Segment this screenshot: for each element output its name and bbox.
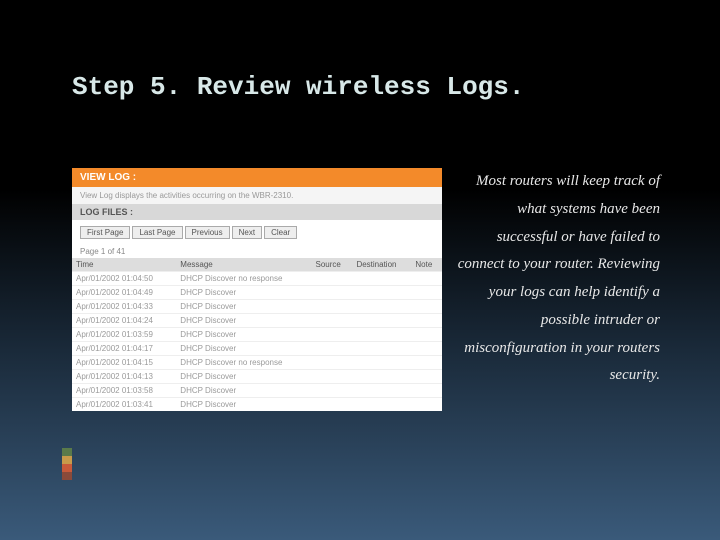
slide-title: Step 5. Review wireless Logs. (72, 72, 524, 102)
body-paragraph: Most routers will keep track of what sys… (454, 168, 660, 411)
table-row: Apr/01/2002 01:03:41DHCP Discover (72, 398, 442, 412)
cell-source (311, 370, 352, 384)
cell-destination (352, 272, 411, 286)
cell-message: DHCP Discover no response (176, 356, 311, 370)
cell-time: Apr/01/2002 01:03:59 (72, 328, 176, 342)
cell-message: DHCP Discover (176, 370, 311, 384)
last-page-button[interactable]: Last Page (132, 226, 182, 239)
cell-note (411, 286, 442, 300)
col-note: Note (411, 258, 442, 272)
cell-note (411, 328, 442, 342)
cell-destination (352, 384, 411, 398)
cell-note (411, 370, 442, 384)
cell-destination (352, 342, 411, 356)
log-files-header: LOG FILES : (72, 204, 442, 220)
cell-source (311, 328, 352, 342)
cell-destination (352, 370, 411, 384)
cell-note (411, 314, 442, 328)
cell-note (411, 356, 442, 370)
cell-time: Apr/01/2002 01:04:50 (72, 272, 176, 286)
cell-time: Apr/01/2002 01:04:13 (72, 370, 176, 384)
log-header: VIEW LOG : (72, 168, 442, 187)
cell-time: Apr/01/2002 01:03:41 (72, 398, 176, 412)
col-destination: Destination (352, 258, 411, 272)
router-log-screenshot: VIEW LOG : View Log displays the activit… (72, 168, 442, 411)
col-time: Time (72, 258, 176, 272)
cell-note (411, 300, 442, 314)
cell-source (311, 272, 352, 286)
cell-destination (352, 314, 411, 328)
cell-source (311, 342, 352, 356)
cell-source (311, 384, 352, 398)
cell-destination (352, 328, 411, 342)
cell-message: DHCP Discover (176, 328, 311, 342)
log-table: Time Message Source Destination Note Apr… (72, 258, 442, 411)
cell-time: Apr/01/2002 01:04:24 (72, 314, 176, 328)
cell-time: Apr/01/2002 01:04:15 (72, 356, 176, 370)
cell-message: DHCP Discover no response (176, 272, 311, 286)
cell-time: Apr/01/2002 01:04:33 (72, 300, 176, 314)
table-row: Apr/01/2002 01:04:33DHCP Discover (72, 300, 442, 314)
table-row: Apr/01/2002 01:04:15DHCP Discover no res… (72, 356, 442, 370)
accent-strip (62, 448, 72, 480)
cell-message: DHCP Discover (176, 314, 311, 328)
cell-destination (352, 300, 411, 314)
cell-note (411, 272, 442, 286)
log-subtext: View Log displays the activities occurri… (72, 187, 442, 204)
cell-time: Apr/01/2002 01:03:58 (72, 384, 176, 398)
cell-destination (352, 398, 411, 412)
cell-source (311, 314, 352, 328)
log-toolbar: First Page Last Page Previous Next Clear (72, 220, 442, 245)
cell-destination (352, 286, 411, 300)
clear-button[interactable]: Clear (264, 226, 297, 239)
previous-button[interactable]: Previous (185, 226, 230, 239)
cell-source (311, 356, 352, 370)
cell-message: DHCP Discover (176, 300, 311, 314)
table-row: Apr/01/2002 01:04:24DHCP Discover (72, 314, 442, 328)
cell-note (411, 342, 442, 356)
cell-source (311, 398, 352, 412)
cell-message: DHCP Discover (176, 342, 311, 356)
col-message: Message (176, 258, 311, 272)
table-row: Apr/01/2002 01:04:13DHCP Discover (72, 370, 442, 384)
col-source: Source (311, 258, 352, 272)
table-row: Apr/01/2002 01:04:17DHCP Discover (72, 342, 442, 356)
cell-note (411, 384, 442, 398)
table-row: Apr/01/2002 01:03:59DHCP Discover (72, 328, 442, 342)
cell-source (311, 286, 352, 300)
cell-message: DHCP Discover (176, 286, 311, 300)
cell-time: Apr/01/2002 01:04:49 (72, 286, 176, 300)
table-row: Apr/01/2002 01:04:50DHCP Discover no res… (72, 272, 442, 286)
cell-source (311, 300, 352, 314)
table-row: Apr/01/2002 01:04:49DHCP Discover (72, 286, 442, 300)
next-button[interactable]: Next (232, 226, 262, 239)
cell-message: DHCP Discover (176, 384, 311, 398)
page-info: Page 1 of 41 (72, 245, 442, 258)
table-row: Apr/01/2002 01:03:58DHCP Discover (72, 384, 442, 398)
cell-destination (352, 356, 411, 370)
cell-note (411, 398, 442, 412)
cell-time: Apr/01/2002 01:04:17 (72, 342, 176, 356)
cell-message: DHCP Discover (176, 398, 311, 412)
first-page-button[interactable]: First Page (80, 226, 130, 239)
